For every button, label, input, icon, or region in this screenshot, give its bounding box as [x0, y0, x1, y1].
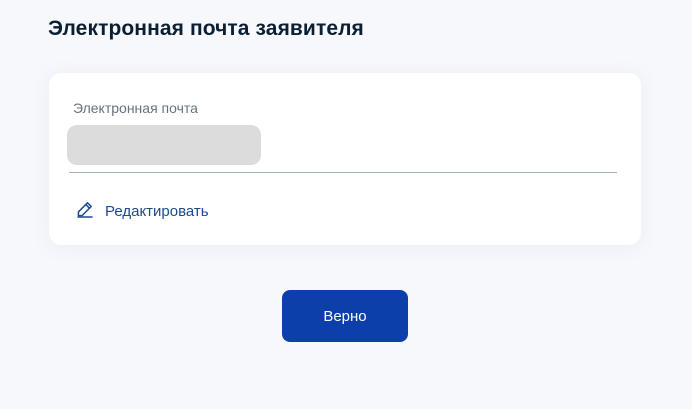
page: Электронная почта заявителя Электронная … [0, 0, 692, 409]
email-card: Электронная почта Редактировать [49, 73, 641, 245]
page-title: Электронная почта заявителя [48, 17, 364, 40]
confirm-button[interactable]: Верно [282, 290, 408, 342]
pencil-icon [76, 200, 105, 223]
field-divider [69, 172, 617, 173]
email-field-label: Электронная почта [73, 100, 198, 116]
edit-email-link[interactable]: Редактировать [76, 200, 209, 223]
edit-link-label: Редактировать [105, 203, 209, 220]
email-value-redacted [67, 125, 261, 165]
